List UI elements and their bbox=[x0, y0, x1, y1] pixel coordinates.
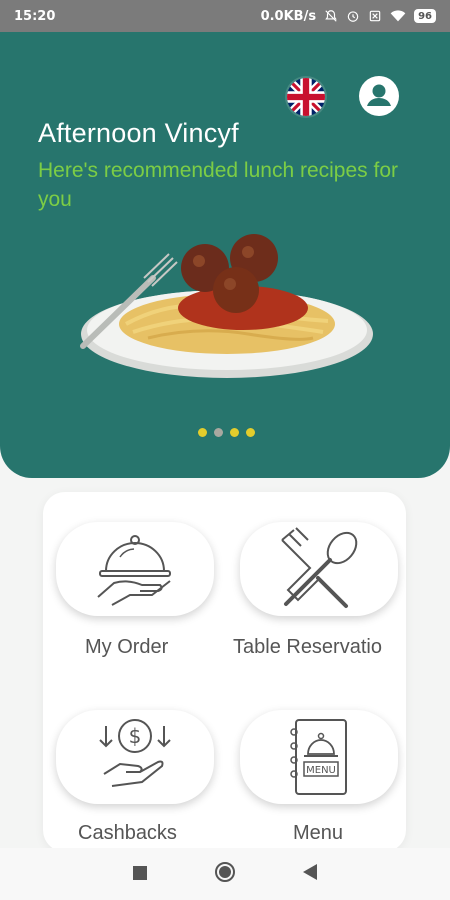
my-order-label: My Order bbox=[85, 636, 169, 658]
status-icons: 0.0KB/s 96 bbox=[261, 9, 436, 24]
svg-text:MENU: MENU bbox=[306, 765, 336, 776]
services-card: My Order Table Reservatio $ Cashbacks ME… bbox=[43, 492, 406, 852]
recents-square-icon[interactable] bbox=[133, 865, 148, 884]
table-reservation-button[interactable] bbox=[240, 522, 398, 616]
spaghetti-meatballs-image[interactable] bbox=[78, 226, 376, 386]
header-banner: Afternoon Vincyf Here's recommended lunc… bbox=[0, 32, 450, 478]
user-circle-icon[interactable] bbox=[359, 76, 399, 116]
battery-indicator: 96 bbox=[414, 9, 436, 23]
my-order-button[interactable] bbox=[56, 522, 214, 616]
menu-button[interactable]: MENU bbox=[240, 710, 398, 804]
carousel-indicator bbox=[198, 428, 255, 437]
table-reservation-label: Table Reservatio bbox=[233, 636, 382, 658]
wifi-icon bbox=[390, 9, 406, 23]
uk-flag-icon[interactable] bbox=[287, 78, 325, 116]
carousel-dot[interactable] bbox=[230, 428, 239, 437]
dollar-hand-icon: $ bbox=[99, 719, 171, 787]
carousel-dot[interactable] bbox=[214, 428, 223, 437]
network-speed: 0.0KB/s bbox=[260, 8, 317, 24]
greeting-title: Afternoon Vincyf bbox=[38, 118, 239, 148]
alarm-icon bbox=[346, 9, 360, 23]
fork-spoon-icon bbox=[281, 527, 358, 608]
notifications-off-icon bbox=[324, 9, 338, 23]
cloche-hand-icon bbox=[97, 535, 171, 606]
svg-text:$: $ bbox=[129, 724, 142, 748]
status-time: 15:20 bbox=[14, 8, 56, 24]
back-triangle-icon[interactable] bbox=[302, 864, 317, 884]
system-nav-bar bbox=[0, 848, 450, 900]
menu-label: Menu bbox=[293, 822, 344, 844]
menu-book-icon: MENU bbox=[290, 719, 347, 795]
home-circle-icon[interactable] bbox=[214, 861, 236, 887]
recommendation-subtitle: Here's recommended lunch recipes for you bbox=[38, 159, 399, 211]
no-sim-icon bbox=[368, 9, 382, 23]
cashbacks-label: Cashbacks bbox=[78, 822, 177, 844]
carousel-dot[interactable] bbox=[246, 428, 255, 437]
cashbacks-button[interactable]: $ bbox=[56, 710, 214, 804]
carousel-dot[interactable] bbox=[198, 428, 207, 437]
status-bar: 15:20 0.0KB/s 96 bbox=[0, 0, 450, 32]
